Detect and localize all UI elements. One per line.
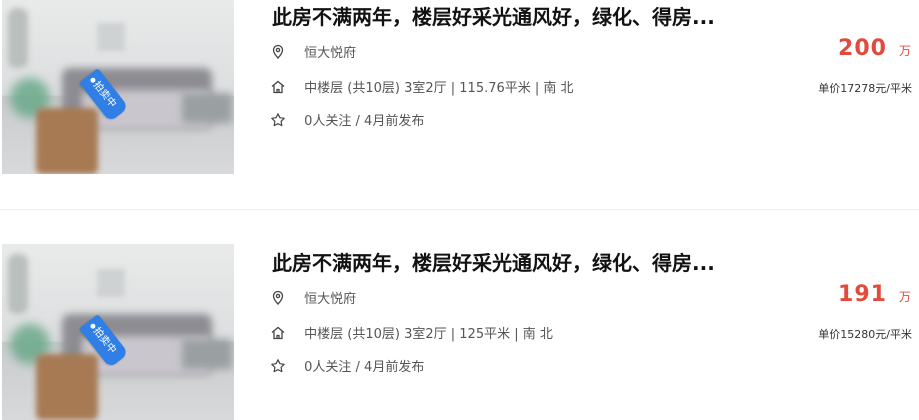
- house-details: 中楼层 (共10层) 3室2厅 | 115.76平米 | 南 北: [304, 81, 574, 96]
- listing-title[interactable]: 此房不满两年，楼层好采光通风好，绿化、得房...: [272, 247, 715, 276]
- listing-card[interactable]: 拍卖中 此房不满两年，楼层好采光通风好，绿化、得房... 恒大悦府 中楼层 (共…: [0, 244, 919, 420]
- listing-divider: [0, 209, 919, 210]
- unit-price: 单价17278元/平米: [818, 82, 912, 95]
- price-value: 200: [838, 36, 887, 61]
- follow-publish-info: 0人关注 / 4月前发布: [304, 114, 425, 129]
- photo-table: [182, 339, 232, 369]
- photo-wall-art: [97, 269, 125, 297]
- details-row: 中楼层 (共10层) 3室2厅 | 115.76平米 | 南 北: [270, 77, 574, 96]
- listing-title[interactable]: 此房不满两年，楼层好采光通风好，绿化、得房...: [272, 1, 715, 30]
- price-value: 191: [838, 282, 887, 307]
- photo-lamp: [8, 8, 28, 68]
- community-name[interactable]: 恒大悦府: [304, 292, 356, 307]
- unit-price: 单价15280元/平米: [818, 328, 912, 341]
- listing-photo[interactable]: 拍卖中: [2, 0, 234, 174]
- price-unit: 万: [898, 44, 911, 58]
- photo-lamp: [8, 254, 28, 314]
- listing-card[interactable]: 拍卖中 此房不满两年，楼层好采光通风好，绿化、得房... 恒大悦府 中楼层 (共…: [0, 0, 919, 174]
- community-row: 恒大悦府: [270, 288, 356, 307]
- total-price: 191 万: [838, 282, 911, 307]
- house-details: 中楼层 (共10层) 3室2厅 | 125平米 | 南 北: [304, 327, 553, 342]
- community-row: 恒大悦府: [270, 42, 356, 61]
- meta-row: 0人关注 / 4月前发布: [270, 110, 424, 129]
- star-icon: [270, 112, 288, 128]
- photo-stool: [36, 108, 98, 174]
- home-icon: [270, 325, 288, 341]
- details-row: 中楼层 (共10层) 3室2厅 | 125平米 | 南 北: [270, 323, 553, 342]
- price-unit: 万: [898, 290, 911, 304]
- location-pin-icon: [270, 44, 288, 60]
- photo-stool: [36, 354, 98, 420]
- location-pin-icon: [270, 290, 288, 306]
- star-icon: [270, 358, 288, 374]
- community-name[interactable]: 恒大悦府: [304, 46, 356, 61]
- meta-row: 0人关注 / 4月前发布: [270, 356, 424, 375]
- photo-wall-art: [97, 23, 125, 51]
- total-price: 200 万: [838, 36, 911, 61]
- photo-table: [182, 93, 232, 123]
- home-icon: [270, 79, 288, 95]
- follow-publish-info: 0人关注 / 4月前发布: [304, 360, 425, 375]
- listing-photo[interactable]: 拍卖中: [2, 244, 234, 420]
